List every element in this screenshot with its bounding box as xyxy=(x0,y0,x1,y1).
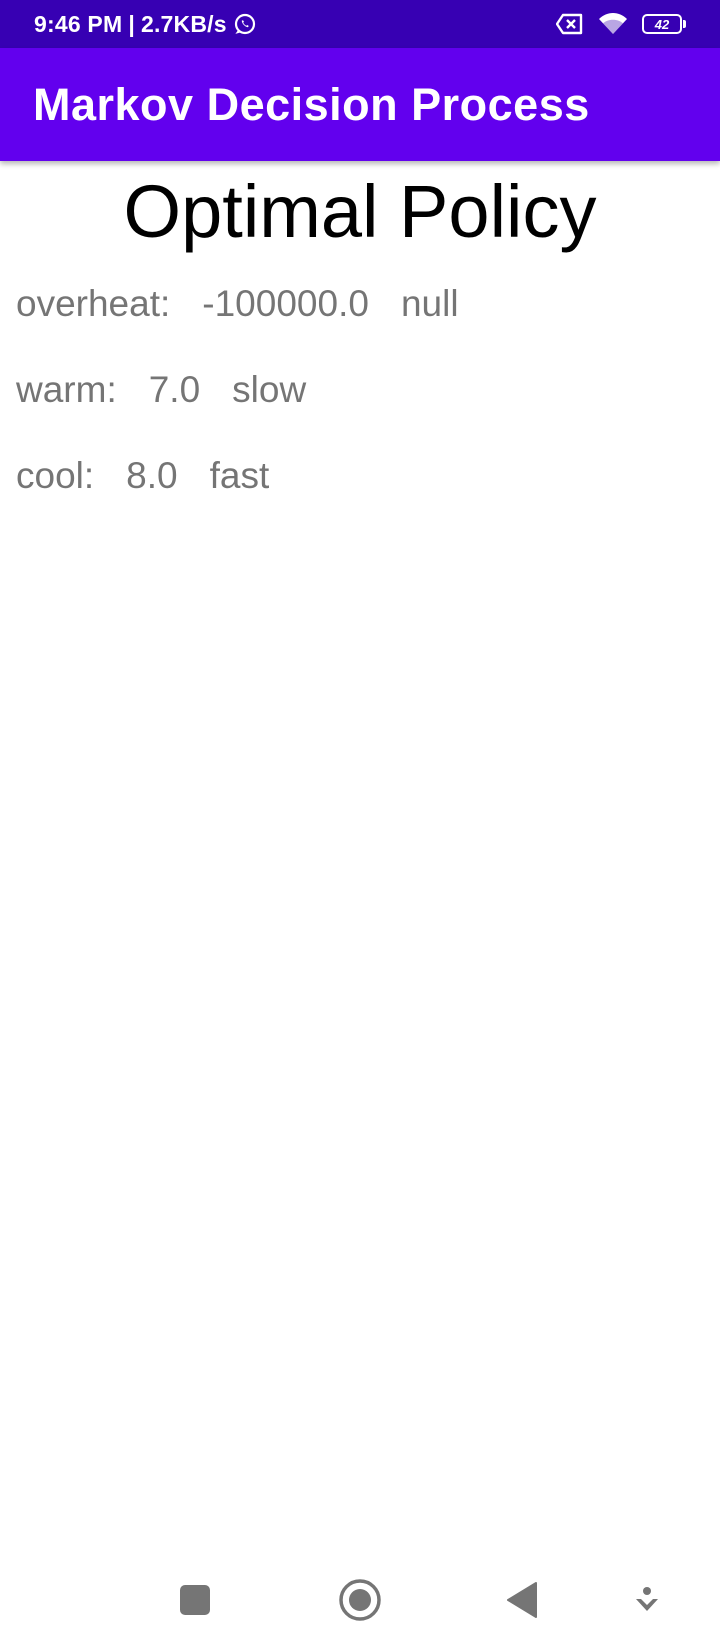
battery-level: 42 xyxy=(654,16,670,32)
assistant-down-icon xyxy=(636,1587,658,1611)
policy-row-overheat: overheat: -100000.0 null xyxy=(16,283,720,369)
status-right: 42 xyxy=(556,12,686,36)
recents-square-icon xyxy=(180,1585,210,1615)
sim-blocked-icon xyxy=(556,13,584,35)
home-circle-icon xyxy=(339,1579,381,1621)
policy-action: slow xyxy=(232,369,307,410)
policy-state: warm: xyxy=(16,369,117,410)
status-separator: | xyxy=(128,10,135,37)
policy-action: fast xyxy=(209,455,270,496)
policy-state: cool: xyxy=(16,455,95,496)
app-title: Markov Decision Process xyxy=(33,78,590,130)
back-button[interactable] xyxy=(482,1560,562,1640)
policy-value: 7.0 xyxy=(148,369,201,410)
app-bar: Markov Decision Process xyxy=(0,48,720,161)
battery-icon: 42 xyxy=(642,14,686,34)
home-button[interactable] xyxy=(320,1560,400,1640)
status-network-speed: 2.7KB/s xyxy=(140,10,227,37)
page-title: Optimal Policy xyxy=(123,170,597,253)
main-content: Optimal Policy overheat: -100000.0 null … xyxy=(0,161,720,541)
policy-row-warm: warm: 7.0 slow xyxy=(16,369,720,455)
policy-action: null xyxy=(400,283,459,324)
policy-value: 8.0 xyxy=(126,455,178,496)
whatsapp-icon xyxy=(233,12,257,36)
back-triangle-icon xyxy=(507,1582,537,1618)
policy-row-cool: cool: 8.0 fast xyxy=(16,455,720,541)
status-left: 9:46 PM | 2.7KB/s xyxy=(34,11,257,38)
assistant-button[interactable] xyxy=(607,1560,687,1640)
status-bar: 9:46 PM | 2.7KB/s 42 xyxy=(0,0,720,48)
navigation-bar xyxy=(0,1560,720,1650)
policy-list: overheat: -100000.0 null warm: 7.0 slow … xyxy=(0,283,720,541)
wifi-icon xyxy=(598,12,628,36)
status-time: 9:46 PM xyxy=(34,10,123,37)
policy-value: -100000.0 xyxy=(202,283,369,324)
recents-button[interactable] xyxy=(155,1560,235,1640)
policy-state: overheat: xyxy=(16,283,171,324)
